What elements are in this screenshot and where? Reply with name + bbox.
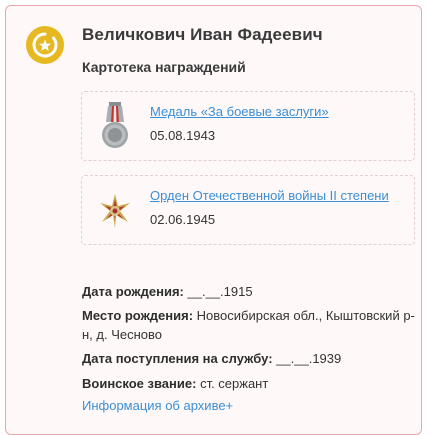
- award-item: Медаль «За боевые заслуги» 05.08.1943: [81, 91, 415, 161]
- rank-row: Воинское звание: ст. сержант: [82, 374, 422, 393]
- birth-date-label: Дата рождения:: [82, 284, 184, 299]
- award-card: Величкович Иван Фадеевич Картотека награ…: [5, 5, 422, 435]
- medal-icon: [98, 102, 132, 152]
- birth-place-row: Место рождения: Новосибирская обл., Кышт…: [82, 306, 422, 344]
- service-start-value: __.__.1939: [276, 351, 342, 366]
- award-item: Орден Отечественной войны II степени 02.…: [81, 175, 415, 245]
- rank-label: Воинское звание:: [82, 376, 197, 391]
- star-badge-icon: [26, 26, 64, 64]
- award-date: 05.08.1943: [150, 128, 216, 143]
- award-link[interactable]: Медаль «За боевые заслуги»: [150, 104, 329, 119]
- birth-place-label: Место рождения:: [82, 308, 194, 323]
- service-start-row: Дата поступления на службу: __.__.1939: [82, 349, 422, 368]
- order-icon: [98, 186, 132, 236]
- award-link[interactable]: Орден Отечественной войны II степени: [150, 188, 389, 203]
- archive-info-link[interactable]: Информация об архиве+: [82, 398, 233, 413]
- rank-value: ст. сержант: [200, 376, 269, 391]
- birth-date-row: Дата рождения: __.__.1915: [82, 282, 422, 301]
- person-name: Величкович Иван Фадеевич: [82, 25, 323, 44]
- award-date: 02.06.1945: [150, 212, 216, 227]
- birth-date-value: __.__.1915: [187, 284, 253, 299]
- service-start-label: Дата поступления на службу:: [82, 351, 273, 366]
- section-title: Картотека награждений: [82, 59, 246, 75]
